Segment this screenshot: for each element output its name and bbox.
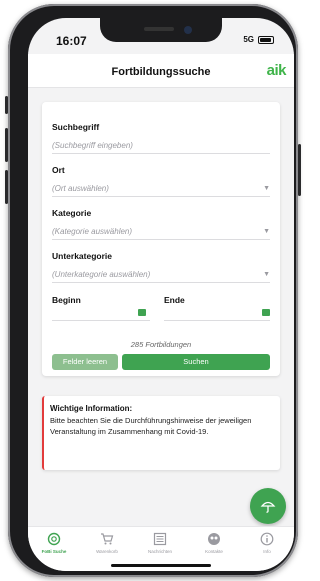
home-indicator[interactable] [111,564,211,567]
volume-up-button [5,128,8,162]
page-title: Fortbildungssuche [111,66,211,78]
mute-switch [5,96,8,114]
tab-label: FoBi Suche [41,549,67,554]
info-title: Wichtige Information: [50,404,133,413]
search-label: Suchbegriff [52,122,100,132]
search-input[interactable]: (Suchbegriff eingeben) [52,138,270,154]
category-select[interactable]: (Kategorie auswählen) ▼ [52,224,270,240]
tab-fobi-suche[interactable]: FoBi Suche [29,532,79,554]
subcategory-label: Unterkategorie [52,251,112,261]
battery-icon [258,35,274,44]
info-icon [260,532,274,546]
begin-calendar-icon[interactable] [138,309,146,316]
phone-frame: 16:07 5G Fortbildungssuche aik Suchbegri… [5,4,301,577]
notch [100,18,222,42]
tab-info[interactable]: Info [242,532,292,554]
power-button [298,144,301,196]
location-label: Ort [52,165,65,175]
tab-label: Warenkorb [96,549,118,554]
volume-down-button [5,170,8,204]
category-placeholder: (Kategorie auswählen) [52,227,133,236]
network-indicator: 5G [243,35,254,44]
search-icon [47,532,61,546]
camera [184,26,192,34]
tab-label: Info [263,549,271,554]
clear-fields-button[interactable]: Felder leeren [52,354,118,370]
tab-label: Nachrichten [147,549,172,554]
tab-kontakte[interactable]: Kontakte [189,532,239,554]
subcategory-placeholder: (Unterkategorie auswählen) [52,270,151,279]
contacts-icon [208,533,220,545]
tab-nachrichten[interactable]: Nachrichten [135,532,185,554]
end-date-field[interactable] [164,320,270,321]
category-label: Kategorie [52,208,92,218]
info-notice: Wichtige Information: Bitte beachten Sie… [42,396,280,470]
umbrella-icon [260,501,276,513]
end-label: Ende [164,295,185,305]
info-text: Bitte beachten Sie die Durchführungshinw… [50,416,252,436]
search-form-card: Suchbegriff (Suchbegriff eingeben) Ort (… [42,102,280,376]
status-time: 16:07 [56,34,87,48]
screen: 16:07 5G Fortbildungssuche aik Suchbegri… [28,18,294,571]
app-header: Fortbildungssuche aik [28,54,294,88]
tab-label: Kontakte [205,549,223,554]
location-placeholder: (Ort auswählen) [52,184,109,193]
search-placeholder: (Suchbegriff eingeben) [52,141,133,150]
tab-warenkorb[interactable]: Warenkorb [82,532,132,554]
search-button[interactable]: Suchen [122,354,270,370]
aik-logo[interactable]: aik [267,62,287,79]
begin-date-field[interactable] [52,320,150,321]
speaker [144,27,174,31]
umbrella-fab-button[interactable] [250,488,286,524]
location-select[interactable]: (Ort auswählen) ▼ [52,181,270,197]
subcategory-select[interactable]: (Unterkategorie auswählen) ▼ [52,267,270,283]
begin-label: Beginn [52,295,81,305]
chevron-down-icon: ▼ [263,185,270,192]
status-indicators: 5G [243,35,274,44]
result-count: 285 Fortbildungen [130,340,192,349]
end-calendar-icon[interactable] [262,309,270,316]
news-icon [153,532,167,546]
cart-icon [101,533,114,545]
chevron-down-icon: ▼ [263,228,270,235]
chevron-down-icon: ▼ [263,271,270,278]
